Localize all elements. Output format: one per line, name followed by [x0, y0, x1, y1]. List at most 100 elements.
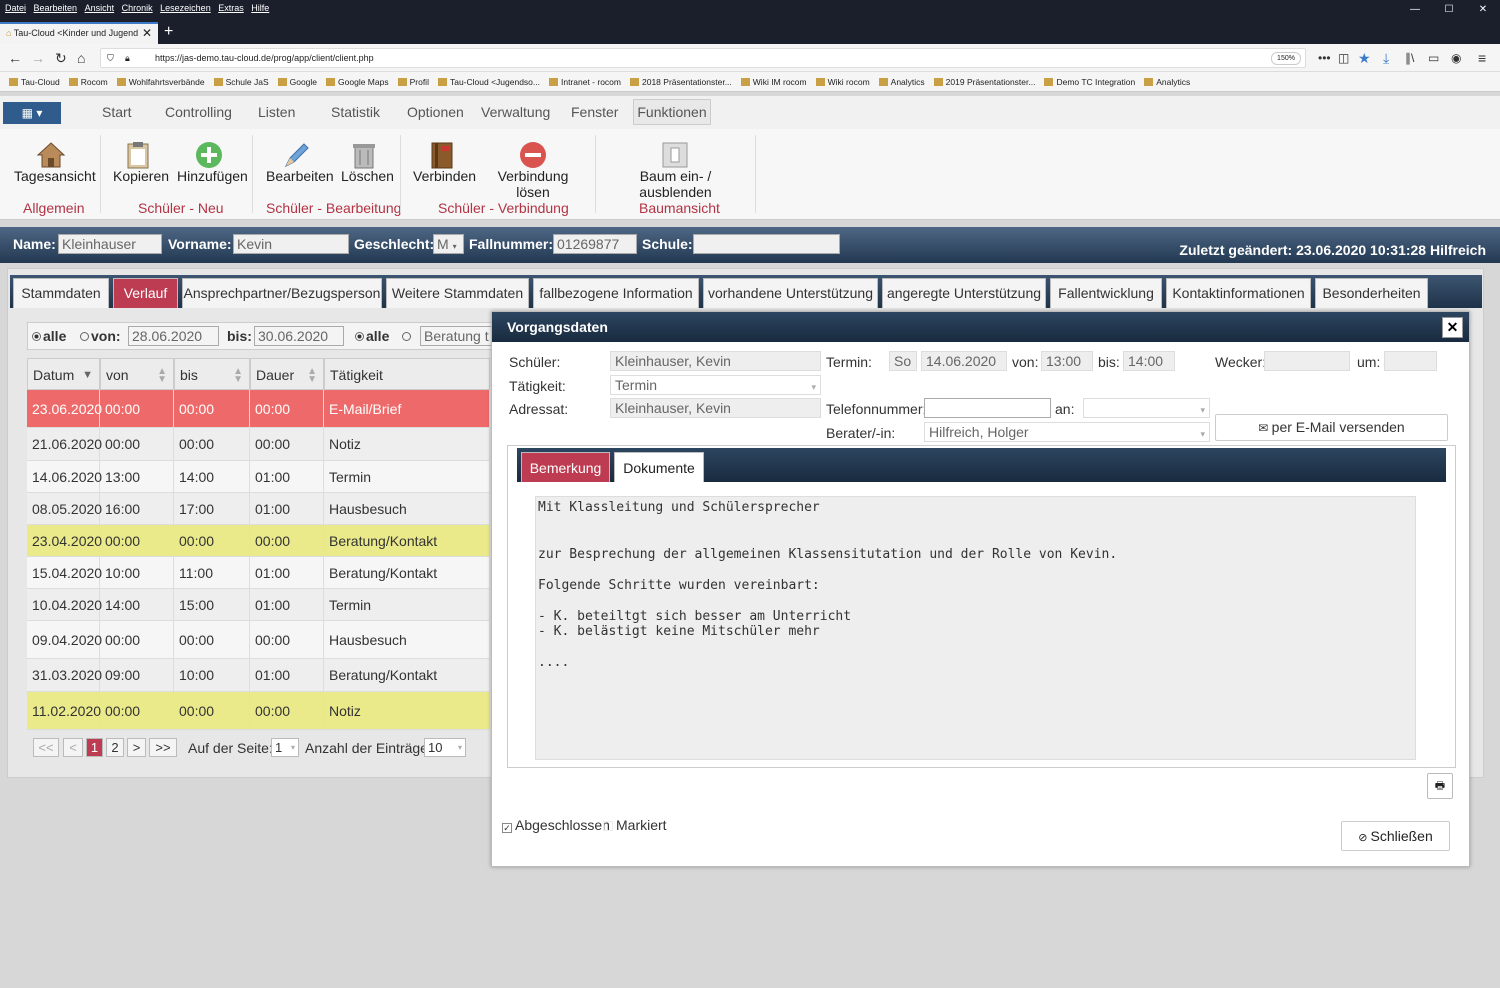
abgeschlossen-checkbox[interactable]: ✓ Abgeschlossen	[502, 817, 610, 833]
app-menu-toggle[interactable]: ▦ ▾	[3, 102, 61, 124]
forward-icon[interactable]: →	[31, 50, 45, 66]
tab-angeregte-unterstuetzung[interactable]: angeregte Unterstützung	[882, 278, 1046, 308]
bookmark-item[interactable]: Tau-Cloud <Jugendso...	[437, 72, 540, 92]
table-row[interactable]: 31.03.2020 09:00 10:00 01:00 Beratung/Kontak…	[27, 659, 490, 692]
account-icon[interactable]: ◉	[1451, 50, 1461, 66]
table-row[interactable]: 23.06.2020 00:00 00:00 00:00 E-Mail/Brief	[27, 390, 490, 428]
von-time[interactable]: 13:00	[1041, 351, 1093, 371]
loeschen-button[interactable]: Löschen	[341, 168, 394, 184]
verbinden-button[interactable]: Verbinden	[413, 168, 476, 184]
vorname-field[interactable]: Kevin	[233, 234, 349, 254]
schliessen-button[interactable]: ⊘ Schließen	[1341, 821, 1450, 851]
schueler-field[interactable]: Kleinhauser, Kevin	[610, 351, 821, 371]
tab-fallentwicklung[interactable]: Fallentwicklung	[1050, 278, 1162, 308]
download-icon[interactable]: ⤓	[1383, 50, 1389, 66]
geschlecht-select[interactable]: M ▾	[433, 234, 464, 254]
menu-start[interactable]: Start	[102, 104, 132, 120]
hinzufuegen-button[interactable]: Hinzufügen	[177, 168, 248, 184]
menu-optionen[interactable]: Optionen	[407, 104, 464, 120]
pager-page-2[interactable]: 2	[106, 738, 124, 757]
bookmark-item[interactable]: Schule JaS	[213, 72, 269, 92]
pager-page-1[interactable]: 1	[86, 738, 103, 757]
col-header-taetigkeit[interactable]: Tätigkeit	[324, 358, 490, 390]
pocket-icon[interactable]: ◫	[1338, 50, 1349, 66]
verbindung-loesen-button[interactable]: Verbindung lösen	[484, 168, 582, 200]
menu-lesezeichen[interactable]: Lesezeichen	[160, 3, 211, 13]
menu-bearbeiten[interactable]: Bearbeiten	[34, 3, 78, 13]
bookmark-item[interactable]: Wohlfahrtsverbände	[116, 72, 205, 92]
table-row[interactable]: 09.04.2020 00:00 00:00 00:00 Hausbesuch	[27, 621, 490, 659]
menu-funktionen[interactable]: Funktionen	[633, 99, 711, 125]
reload-icon[interactable]: ↻	[55, 50, 67, 66]
name-field[interactable]: Kleinhauser	[58, 234, 162, 254]
browser-tab[interactable]: ⌂ Tau-Cloud <Kinder und Jugend ✕	[0, 22, 158, 44]
markiert-checkbox[interactable]: Markiert	[603, 817, 667, 833]
menu-verwaltung[interactable]: Verwaltung	[481, 104, 550, 120]
col-header-von[interactable]: von ▲ ▼	[100, 358, 174, 390]
tab-weitere-stammdaten[interactable]: Weitere Stammdaten	[386, 278, 529, 308]
table-row[interactable]: 21.06.2020 00:00 00:00 00:00 Notiz	[27, 428, 490, 461]
bookmark-item[interactable]: Demo TC Integration	[1044, 72, 1135, 92]
table-row[interactable]: 15.04.2020 10:00 11:00 01:00 Beratung/Kontak…	[27, 557, 490, 589]
remark-textarea[interactable]: Mit Klassleitung und Schülersprecher zur …	[535, 496, 1416, 760]
tab-stammdaten[interactable]: Stammdaten	[13, 278, 109, 308]
an-select[interactable]: ▾	[1083, 398, 1210, 418]
tab-fallbezogene-information[interactable]: fallbezogene Information	[533, 278, 699, 308]
bookmark-item[interactable]: Google	[277, 72, 317, 92]
tab-besonderheiten[interactable]: Besonderheiten	[1315, 278, 1428, 308]
count-select[interactable]: 10 ▾	[424, 738, 466, 757]
col-header-dauer[interactable]: Dauer ▲ ▼	[250, 358, 324, 390]
library-icon[interactable]: ∥\	[1405, 50, 1414, 66]
bookmark-item[interactable]: Analytics	[878, 72, 925, 92]
pager-first[interactable]: <<	[33, 738, 59, 757]
bearbeiten-button[interactable]: Bearbeiten	[266, 168, 334, 184]
filter-bis-date[interactable]: 30.06.2020	[254, 326, 344, 346]
table-row[interactable]: 11.02.2020 00:00 00:00 00:00 Notiz	[27, 692, 490, 730]
bookmark-item[interactable]: Wiki rocom	[815, 72, 870, 92]
filter-von-radio[interactable]: von:	[80, 328, 121, 344]
tab-bemerkung[interactable]: Bemerkung	[521, 452, 610, 482]
bookmark-item[interactable]: Tau-Cloud	[9, 72, 60, 92]
menu-fenster[interactable]: Fenster	[571, 104, 618, 120]
tab-verlauf[interactable]: Verlauf	[113, 278, 178, 308]
menu-ansicht[interactable]: Ansicht	[85, 3, 115, 13]
telefon-field[interactable]	[924, 398, 1051, 418]
menu-datei[interactable]: Datei	[5, 3, 26, 13]
bookmark-item[interactable]: Google Maps	[326, 72, 389, 92]
pager-last[interactable]: >>	[149, 738, 177, 757]
filter-alle-radio[interactable]: alle	[32, 328, 66, 344]
bookmark-item[interactable]: 2018 Präsentationster...	[630, 72, 732, 92]
col-header-datum[interactable]: Datum ▼	[27, 358, 100, 390]
bookmark-item[interactable]: Intranet - rocom	[549, 72, 621, 92]
tab-close-icon[interactable]: ✕	[142, 24, 152, 43]
menu-hilfe[interactable]: Hilfe	[251, 3, 269, 13]
baum-toggle-button[interactable]: Baum ein- / ausblenden	[608, 168, 743, 200]
bookmark-item[interactable]: Rocom	[68, 72, 108, 92]
dialog-close-icon[interactable]: ✕	[1442, 317, 1463, 338]
schule-field[interactable]	[693, 234, 840, 254]
new-tab-icon[interactable]: +	[164, 22, 173, 42]
termin-date[interactable]: 14.06.2020	[921, 351, 1007, 371]
zoom-indicator[interactable]: 150%	[1271, 52, 1301, 65]
back-icon[interactable]: ←	[8, 50, 22, 66]
filter-type-radio[interactable]	[402, 328, 413, 344]
page-select[interactable]: 1 ▾	[271, 738, 299, 757]
tab-kontaktinformationen[interactable]: Kontaktinformationen	[1166, 278, 1311, 308]
menu-chronik[interactable]: Chronik	[122, 3, 153, 13]
bookmark-item[interactable]: Wiki IM rocom	[740, 72, 807, 92]
url-bar[interactable]: ⛉ 🔒︎ https://jas-demo.tau-cloud.de/prog/…	[100, 48, 1306, 68]
hamburger-menu-icon[interactable]: ≡	[1478, 50, 1486, 66]
filter-type-select[interactable]: Beratung t	[420, 326, 492, 346]
print-icon[interactable]: 🖶︎	[1427, 773, 1453, 799]
taetigkeit-select[interactable]: Termin ▾	[610, 375, 821, 395]
col-header-bis[interactable]: bis ▲ ▼	[174, 358, 250, 390]
email-send-button[interactable]: ✉ per E-Mail versenden	[1215, 414, 1448, 441]
bookmark-item[interactable]: 2019 Präsentationster...	[933, 72, 1035, 92]
wecker-field[interactable]	[1264, 351, 1350, 371]
table-row[interactable]: 14.06.2020 13:00 14:00 01:00 Termin	[27, 461, 490, 493]
menu-statistik[interactable]: Statistik	[331, 104, 380, 120]
filter-von-date[interactable]: 28.06.2020	[128, 326, 219, 346]
berater-select[interactable]: Hilfreich, Holger ▾	[924, 422, 1210, 442]
adressat-field[interactable]: Kleinhauser, Kevin	[610, 398, 821, 418]
home-icon[interactable]: ⌂	[77, 50, 85, 66]
